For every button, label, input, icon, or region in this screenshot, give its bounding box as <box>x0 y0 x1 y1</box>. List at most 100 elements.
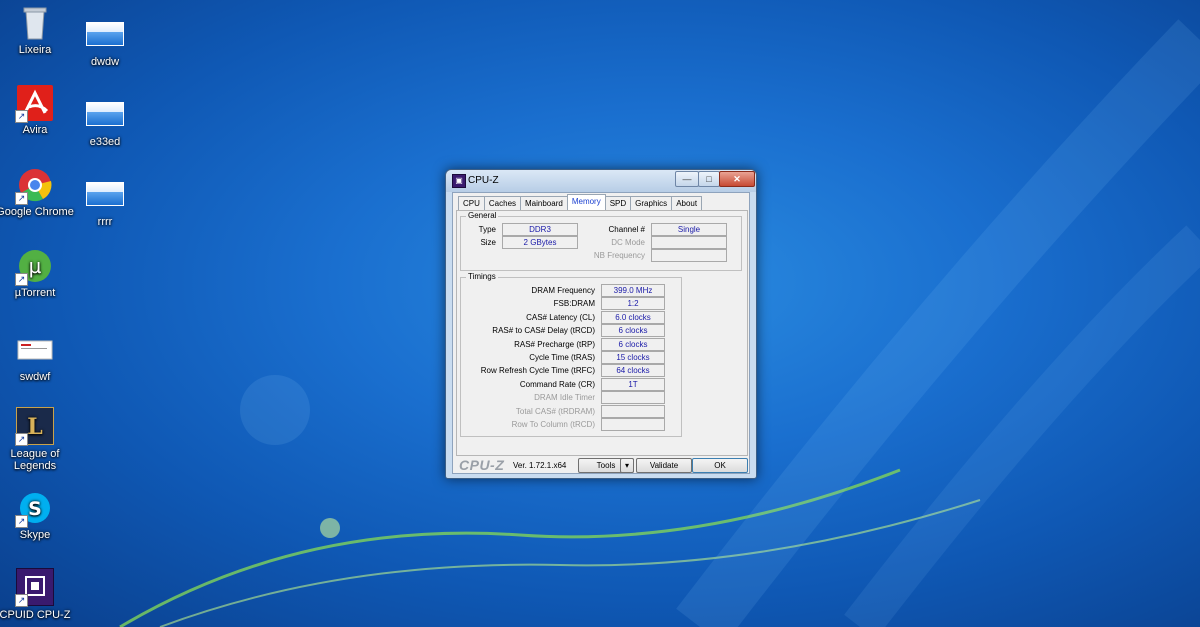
dc-mode-value <box>651 236 727 249</box>
tab-spd[interactable]: SPD <box>604 196 632 210</box>
utorrent-icon: µ ↗ <box>15 248 53 286</box>
desktop-icon-league-of-legends[interactable]: L ↗ League of Legends <box>0 407 75 472</box>
cpuz-app-icon: ▣ <box>452 174 466 188</box>
validate-button[interactable]: Validate <box>636 458 692 473</box>
timing-label: Row Refresh Cycle Time (tRFC) <box>480 366 595 376</box>
timing-value: 64 clocks <box>601 364 665 378</box>
timing-label: DRAM Idle Timer <box>534 393 595 403</box>
timing-value <box>601 404 665 418</box>
desktop-icon-chrome[interactable]: ↗ Google Chrome <box>0 167 75 218</box>
image-thumbnail-icon <box>86 182 124 206</box>
size-label: Size <box>480 238 496 247</box>
timing-label: Cycle Time (tRAS) <box>529 353 595 362</box>
desktop-icon-cpuz[interactable]: ↗ CPUID CPU-Z <box>0 568 75 621</box>
dc-mode-label: DC Mode <box>611 238 645 247</box>
general-group-title: General <box>466 211 499 220</box>
desktop-icon-label: µTorrent <box>14 287 56 299</box>
cpuz-logo: CPU-Z <box>459 457 505 473</box>
window-titlebar[interactable]: ▣ CPU-Z — □ ✕ <box>446 170 756 192</box>
nb-frequency-value <box>651 249 727 262</box>
maximize-button[interactable]: □ <box>698 171 720 187</box>
shortcut-arrow-icon: ↗ <box>15 433 28 446</box>
type-value: DDR3 <box>502 223 578 236</box>
timing-value: 15 clocks <box>601 351 665 364</box>
svg-text:S: S <box>28 498 42 520</box>
timing-label: CAS# Latency (CL) <box>526 312 595 322</box>
desktop-icon-e33ed[interactable]: e33ed <box>65 95 145 148</box>
timing-value: 6 clocks <box>601 337 665 351</box>
cpuz-icon: ↗ <box>15 568 54 607</box>
shortcut-arrow-icon: ↗ <box>15 273 28 286</box>
nb-frequency-label: NB Frequency <box>593 251 645 260</box>
desktop-icon-avira[interactable]: ↗ Avira <box>0 85 75 136</box>
shortcut-arrow-icon: ↗ <box>15 192 28 205</box>
svg-text:L: L <box>27 414 42 440</box>
chrome-icon: ↗ <box>15 167 53 205</box>
timing-label: Command Rate (CR) <box>519 379 595 389</box>
desktop-icon-label: CPUID CPU-Z <box>0 609 71 621</box>
desktop-icon-label: League of Legends <box>10 448 60 472</box>
timing-value <box>601 418 665 431</box>
desktop-icon-label: Google Chrome <box>0 206 74 218</box>
timing-label: DRAM Frequency <box>531 286 595 295</box>
channel-label: Channel # <box>608 225 645 234</box>
timing-label: Row To Column (tRCD) <box>511 420 595 429</box>
type-label: Type <box>478 225 496 234</box>
window-title: CPU-Z <box>468 175 499 186</box>
timing-label: FSB:DRAM <box>553 299 595 309</box>
skype-icon: S ↗ <box>15 490 53 528</box>
chevron-down-icon: ▾ <box>624 461 629 470</box>
general-group: General Type DDR3 Size 2 GBytes Channel … <box>460 211 742 271</box>
shortcut-arrow-icon: ↗ <box>15 515 28 528</box>
channel-value: Single <box>651 223 727 236</box>
tools-button-label: Tools <box>596 461 616 470</box>
bottom-bar: CPU-Z Ver. 1.72.1.x64 Tools ▾ Validate O… <box>453 455 749 473</box>
desktop-icon-label: swdwf <box>19 371 51 383</box>
tab-strip: CPU Caches Mainboard Memory SPD Graphics… <box>458 194 703 210</box>
window-client-area: CPU Caches Mainboard Memory SPD Graphics… <box>452 192 750 474</box>
tab-mainboard[interactable]: Mainboard <box>520 196 568 210</box>
tab-memory[interactable]: Memory <box>566 194 606 210</box>
tab-caches[interactable]: Caches <box>483 196 522 210</box>
timing-value: 6 clocks <box>601 324 665 338</box>
recycle-bin-icon <box>17 5 53 41</box>
desktop-icon-label: rrrr <box>97 216 113 228</box>
ok-button[interactable]: OK <box>692 458 748 473</box>
tools-dropdown-arrow[interactable]: ▾ <box>620 458 634 473</box>
shortcut-arrow-icon: ↗ <box>15 110 28 123</box>
cpuz-window: ▣ CPU-Z — □ ✕ CPU Caches Mainboard Memor… <box>445 169 757 479</box>
timing-value <box>601 391 665 405</box>
timings-group-title: Timings <box>466 272 498 281</box>
timing-label: Total CAS# (tRDRAM) <box>515 406 595 416</box>
tab-cpu[interactable]: CPU <box>458 196 485 210</box>
timing-value: 1T <box>601 377 665 391</box>
timing-label: RAS# to CAS# Delay (tRCD) <box>492 326 595 336</box>
timing-value: 1:2 <box>601 297 665 311</box>
desktop-icon-swdwf[interactable]: swdwf <box>0 332 75 383</box>
timing-label: RAS# Precharge (tRP) <box>514 339 595 349</box>
avira-icon: ↗ <box>15 85 53 123</box>
minimize-button[interactable]: — <box>675 171 699 187</box>
image-thumbnail-icon <box>86 22 124 46</box>
desktop-icon-lixeira[interactable]: Lixeira <box>0 5 75 56</box>
version-label: Ver. 1.72.1.x64 <box>513 461 567 470</box>
image-thumbnail-icon <box>86 102 124 126</box>
desktop-icon-rrrr[interactable]: rrrr <box>65 175 145 228</box>
size-value: 2 GBytes <box>502 236 578 249</box>
timing-value: 399.0 MHz <box>601 284 665 297</box>
desktop-icon-label: e33ed <box>89 136 121 148</box>
tab-graphics[interactable]: Graphics <box>630 196 673 210</box>
timings-group: Timings DRAM Frequency 399.0 MHz FSB:DRAM 1… <box>460 272 682 437</box>
desktop-icon-label: Lixeira <box>18 44 52 56</box>
shortcut-arrow-icon: ↗ <box>15 594 28 607</box>
desktop-icon-skype[interactable]: S ↗ Skype <box>0 490 75 541</box>
close-button[interactable]: ✕ <box>719 171 755 187</box>
document-thumbnail-icon <box>17 332 53 368</box>
tab-about[interactable]: About <box>671 196 703 210</box>
memory-panel: General Type DDR3 Size 2 GBytes Channel … <box>456 210 748 456</box>
desktop-icon-label: Avira <box>22 124 48 136</box>
desktop-icon-utorrent[interactable]: µ ↗ µTorrent <box>0 248 75 299</box>
desktop-icon-label: dwdw <box>90 56 120 68</box>
desktop-icon-dwdw[interactable]: dwdw <box>65 15 145 68</box>
league-of-legends-icon: L ↗ <box>15 407 54 446</box>
